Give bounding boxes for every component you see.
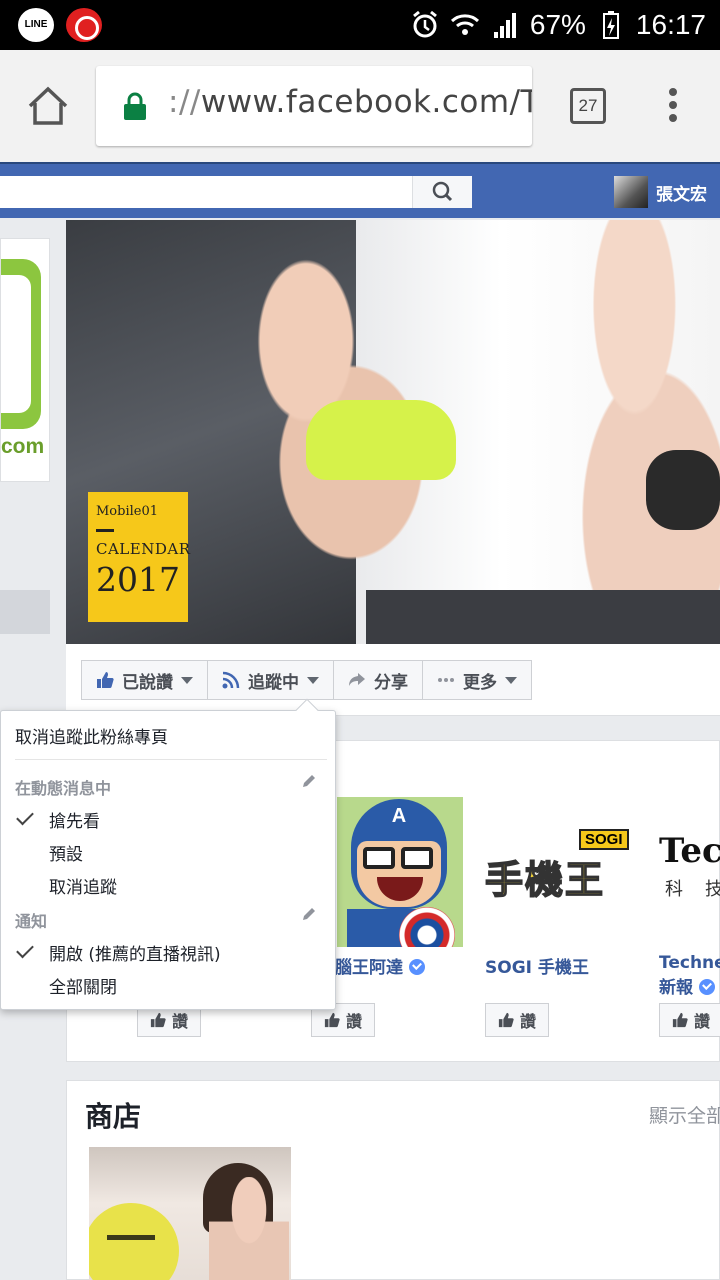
- page-name-link[interactable]: SOGI 手機王: [485, 953, 589, 978]
- unfollow-page-item[interactable]: 取消追蹤此粉絲專頁: [15, 723, 168, 748]
- search-button[interactable]: [412, 176, 472, 208]
- more-button[interactable]: 更多: [422, 660, 532, 700]
- page-action-bar: 已說讚 追蹤中 分享 更多: [66, 644, 720, 716]
- status-right: 67% 16:17: [410, 0, 706, 50]
- pencil-icon[interactable]: [301, 906, 317, 922]
- logo-subtext: 科技: [665, 879, 720, 900]
- news-feed-section-header: 在動態消息中: [15, 779, 112, 798]
- divider: [15, 759, 327, 760]
- more-icon: [438, 678, 454, 682]
- logo-text: com: [1, 435, 45, 458]
- profile-link[interactable]: 張文宏: [614, 176, 707, 208]
- left-nav-item[interactable]: [0, 590, 50, 634]
- thumbs-up-icon: [97, 672, 114, 688]
- following-button[interactable]: 追蹤中: [207, 660, 334, 700]
- app-notification-icon: [66, 8, 102, 42]
- like-button[interactable]: 讚: [485, 1003, 549, 1037]
- calendar-badge: Mobile01 CALENDAR 2017: [88, 492, 190, 622]
- all-off-item[interactable]: 全部關閉: [49, 973, 117, 998]
- product-image[interactable]: [89, 1147, 291, 1280]
- page-thumbnail[interactable]: A: [337, 797, 463, 947]
- signal-icon: [493, 13, 516, 38]
- battery-percent: 67%: [529, 9, 586, 40]
- overflow-menu-icon[interactable]: [666, 88, 680, 126]
- page-thumbnail[interactable]: SOGI 手機王: [481, 797, 641, 947]
- page-thumbnail[interactable]: Tech: [659, 831, 720, 871]
- pencil-icon[interactable]: [301, 773, 317, 789]
- address-bar[interactable]: ://www.facebook.com/T: [96, 66, 532, 146]
- check-icon: [16, 807, 34, 826]
- thumbs-up-icon: [672, 1012, 688, 1028]
- clock: 16:17: [635, 9, 706, 40]
- verified-badge-icon: [698, 979, 715, 995]
- default-item[interactable]: 預設: [49, 840, 83, 865]
- chevron-down-icon: [505, 676, 517, 684]
- lock-icon: [124, 92, 146, 120]
- page-name-link[interactable]: 腦王阿達: [335, 953, 425, 978]
- rss-icon: [222, 671, 240, 689]
- like-button[interactable]: 讚: [659, 1003, 720, 1037]
- page-name-link[interactable]: Technew 新報: [659, 953, 720, 998]
- cover-photo[interactable]: Mobile01 CALENDAR 2017: [66, 220, 720, 644]
- search-input[interactable]: [0, 176, 472, 208]
- see-all-link[interactable]: 顯示全部: [649, 1101, 720, 1128]
- notifications-section-header: 通知: [15, 912, 48, 931]
- share-icon: [349, 673, 365, 686]
- tab-switcher-button[interactable]: 27: [570, 88, 606, 124]
- chevron-down-icon: [181, 676, 193, 684]
- battery-charging-icon: [602, 11, 619, 39]
- following-dropdown-menu: 取消追蹤此粉絲專頁 在動態消息中 搶先看 預設 取消追蹤 通知 開啟 (推薦的直…: [0, 698, 336, 1010]
- status-bar: LINE 67% 16:17: [0, 0, 720, 50]
- thumbs-up-icon: [498, 1012, 514, 1028]
- facebook-header: 張文宏: [0, 162, 720, 218]
- shop-card: 商店 顯示全部: [66, 1080, 720, 1280]
- check-icon: [16, 940, 34, 959]
- wifi-icon: [450, 14, 479, 35]
- notifications-on-item[interactable]: 開啟 (推薦的直播視訊): [49, 940, 221, 965]
- share-button[interactable]: 分享: [333, 660, 423, 700]
- verified-badge-icon: [408, 959, 425, 975]
- search-icon: [432, 181, 453, 202]
- profile-picture[interactable]: com: [0, 238, 50, 482]
- shop-title: 商店: [85, 1100, 142, 1133]
- liked-button[interactable]: 已說讚: [81, 660, 208, 700]
- home-icon[interactable]: [26, 84, 70, 128]
- url-text: ://www.facebook.com/T: [168, 84, 532, 120]
- chevron-down-icon: [307, 676, 319, 684]
- thumbs-up-icon: [150, 1012, 166, 1028]
- page-logo: [1, 259, 41, 429]
- see-first-item[interactable]: 搶先看: [49, 807, 100, 832]
- thumbs-up-icon: [324, 1012, 340, 1028]
- alarm-icon: [412, 10, 437, 38]
- user-name: 張文宏: [656, 184, 707, 205]
- browser-toolbar: ://www.facebook.com/T 27: [0, 50, 720, 162]
- unfollow-item[interactable]: 取消追蹤: [49, 873, 117, 898]
- line-app-icon: LINE: [18, 8, 54, 42]
- avatar: [614, 176, 648, 208]
